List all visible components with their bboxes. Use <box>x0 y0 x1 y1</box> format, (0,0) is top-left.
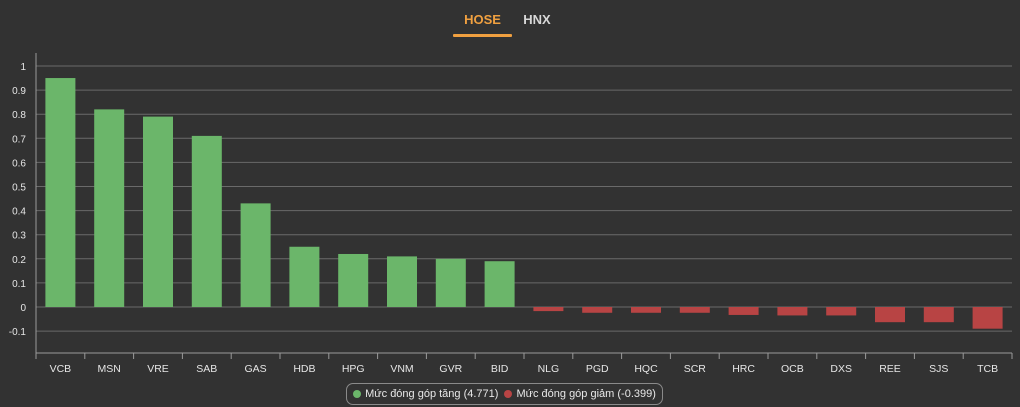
bar-sab <box>191 135 222 307</box>
bar-ree <box>875 307 905 323</box>
bar-ocb <box>777 307 808 316</box>
axes <box>35 53 1012 354</box>
bar-sjs <box>923 307 954 323</box>
y-tick-label: -0.1 <box>9 327 27 338</box>
y-tick-label: 0.8 <box>12 110 26 121</box>
grid-lines <box>36 65 1012 332</box>
y-tick-label: 0.6 <box>12 158 26 169</box>
legend-decrease-label: Mức đóng góp giảm (-0.399) <box>516 388 656 400</box>
x-tick-label: SJS <box>929 363 948 375</box>
bar-vcb <box>45 78 76 307</box>
x-tick-label: VCB <box>50 363 72 375</box>
bar-scr <box>679 307 710 313</box>
bar-vnm <box>387 256 417 307</box>
y-tick-label: 0.2 <box>12 255 26 266</box>
x-tick-label: VNM <box>390 363 413 375</box>
x-tick-label: NLG <box>538 363 560 375</box>
x-tick-label: BID <box>491 363 509 375</box>
x-tick-label: GVR <box>439 363 462 375</box>
y-tick-label: 1 <box>20 62 26 73</box>
bar-hpg <box>338 253 369 307</box>
green-dot-icon <box>353 390 362 398</box>
bar-dxs <box>826 307 857 316</box>
x-axis-ticks: VCB MSN VRE SAB GAS HDB HPG VNM GVR BID NLG PGD HQC S… <box>35 353 1013 375</box>
bar-hdb <box>289 246 320 307</box>
x-tick-label: SCR <box>684 363 707 375</box>
bar-tcb <box>972 307 1003 329</box>
bar-msn <box>94 109 125 307</box>
bar-pgd <box>582 307 613 313</box>
x-tick-label: SAB <box>196 363 217 375</box>
y-tick-label: 0 <box>20 303 26 314</box>
x-tick-label: REE <box>879 363 901 375</box>
x-tick-label: MSN <box>98 363 121 375</box>
x-tick-label: HQC <box>634 363 658 375</box>
bar-gas <box>240 203 271 307</box>
contribution-bar-chart: 1 0.9 0.8 0.7 0.6 0.5 0.4 0.3 0.2 0.1 0 -0.1 VCB MSN… <box>9 53 1013 375</box>
y-tick-label: 0.3 <box>12 231 26 242</box>
x-tick-label: GAS <box>245 363 267 375</box>
legend-item-decrease[interactable]: Mức đóng góp giảm (-0.399) <box>504 388 656 400</box>
bar-bid <box>484 261 515 307</box>
bar-gvr <box>435 258 466 307</box>
x-tick-label: PGD <box>586 363 609 375</box>
legend-increase-label: Mức đóng góp tăng (4.771) <box>365 388 499 400</box>
x-tick-label: HDB <box>293 363 315 375</box>
chart-legend: Mức đóng góp tăng (4.771) Mức đóng góp g… <box>346 383 663 405</box>
red-dot-icon <box>504 390 513 398</box>
x-tick-label: HRC <box>732 363 755 375</box>
y-axis-ticks: 1 0.9 0.8 0.7 0.6 0.5 0.4 0.3 0.2 0.1 0 -0.1 <box>9 62 27 338</box>
bars <box>45 78 1003 329</box>
x-tick-label: TCB <box>977 363 998 375</box>
x-tick-label: HPG <box>342 363 365 375</box>
bar-hrc <box>728 307 759 315</box>
y-tick-label: 0.5 <box>12 183 26 194</box>
legend-item-increase[interactable]: Mức đóng góp tăng (4.771) <box>353 388 498 400</box>
y-tick-label: 0.9 <box>12 86 26 97</box>
bar-hqc <box>631 307 661 313</box>
x-tick-label: OCB <box>781 363 804 375</box>
x-tick-label: VRE <box>147 363 169 375</box>
bar-nlg <box>533 307 564 312</box>
bar-vre <box>143 116 173 307</box>
y-tick-label: 0.1 <box>12 279 26 290</box>
x-tick-label: DXS <box>830 363 852 375</box>
y-tick-label: 0.4 <box>12 207 26 218</box>
y-tick-label: 0.7 <box>12 134 26 145</box>
